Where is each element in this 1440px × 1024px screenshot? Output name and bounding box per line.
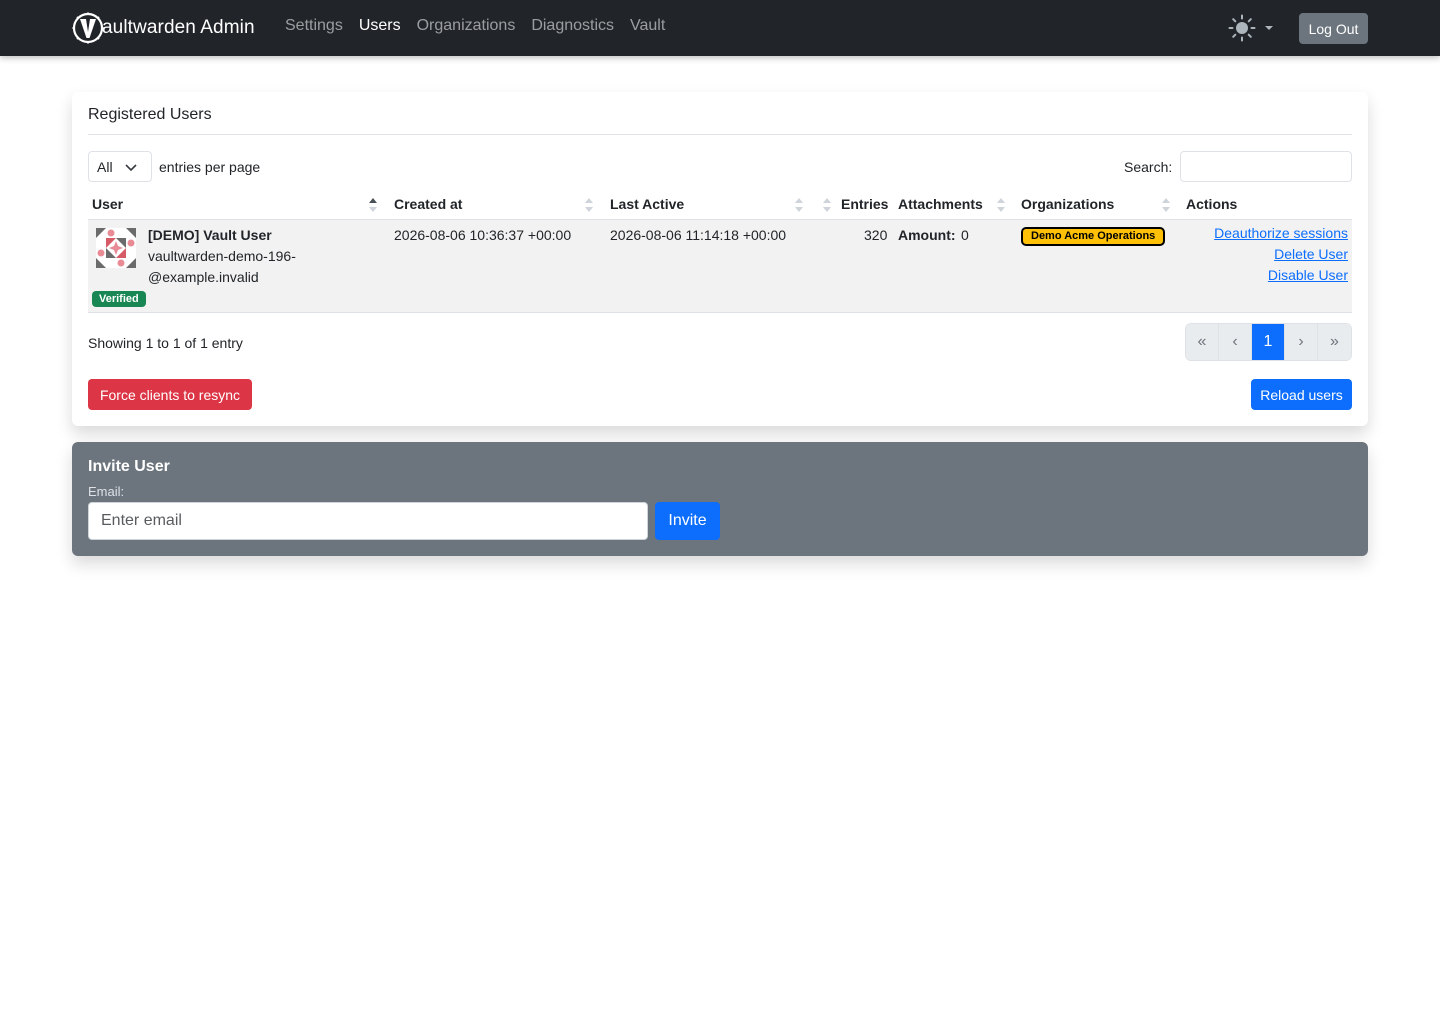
force-resync-button[interactable]: Force clients to resync [88,379,252,410]
verified-badge: Verified [92,291,146,307]
users-table-header: User Created at Last Active Entries Atta… [88,192,1352,220]
deauthorize-sessions-link[interactable]: Deauthorize sessions [1214,225,1348,241]
chevron-down-icon [125,164,137,172]
theme-toggle[interactable] [1228,14,1274,42]
page-first-button[interactable]: « [1186,324,1219,360]
caret-down-icon [1265,26,1273,30]
col-attachments[interactable]: Attachments [898,196,983,212]
nav-settings[interactable]: Settings [285,17,343,35]
attachments-amount-label: Amount: [898,227,956,243]
page-previous-button[interactable]: ‹ [1219,324,1252,360]
invite-title: Invite User [88,458,170,475]
search-input[interactable] [1180,151,1352,182]
created-at-value: 2026-08-06 10:36:37 +00:00 [394,227,572,243]
col-organizations[interactable]: Organizations [1021,196,1114,212]
table-row: Verified [DEMO] Vault User vaultwarden-d… [88,220,1352,313]
invite-email-input[interactable] [88,502,648,540]
col-last-active[interactable]: Last Active [610,196,684,212]
attachments-amount-value: 0 [961,227,969,243]
email-label: Email: [88,484,125,499]
user-name: [DEMO] Vault User [148,227,272,243]
entries-value: 320 [864,227,888,243]
nav-users[interactable]: Users [359,17,401,35]
sort-icon[interactable] [822,197,832,213]
col-actions: Actions [1186,196,1238,212]
nav-diagnostics[interactable]: Diagnostics [531,17,614,35]
sort-icon[interactable] [584,197,594,213]
vaultwarden-logo-icon [72,12,104,44]
sort-icon[interactable] [1161,197,1171,213]
registered-users-card: Registered Users All entries per page Se… [72,92,1368,426]
organization-badge[interactable]: Demo Acme Operations [1021,227,1166,246]
invite-user-card: Invite User Email: Invite [72,442,1368,556]
reload-users-button[interactable]: Reload users [1251,379,1352,410]
sort-asc-icon[interactable] [368,197,378,213]
delete-user-link[interactable]: Delete User [1274,246,1348,262]
page-next-button[interactable]: › [1285,324,1318,360]
page-current-button[interactable]: 1 [1252,324,1285,360]
sun-icon [1228,14,1256,42]
entries-per-page-select[interactable]: All [88,151,152,182]
pagination: « ‹ 1 › » [1185,323,1352,361]
main-nav: Settings Users Organizations Diagnostics… [285,17,665,35]
col-entries[interactable]: Entries [841,196,888,212]
brand[interactable]: aultwarden Admin [72,11,255,45]
disable-user-link[interactable]: Disable User [1268,267,1348,283]
search-label: Search: [1124,159,1173,175]
col-user[interactable]: User [92,196,123,212]
last-active-value: 2026-08-06 11:14:18 +00:00 [610,227,787,243]
card-title: Registered Users [88,106,1352,135]
invite-button[interactable]: Invite [655,502,720,540]
per-page-label: entries per page [159,159,261,175]
nav-vault[interactable]: Vault [630,17,665,35]
sort-icon[interactable] [996,197,1006,213]
brand-title: aultwarden Admin [102,17,255,38]
per-page-value: All [97,158,113,175]
top-navbar: aultwarden Admin Settings Users Organiza… [0,0,1440,56]
user-identicon-avatar [96,228,136,268]
user-email-line1: vaultwarden-demo-196- [148,248,296,264]
table-info: Showing 1 to 1 of 1 entry [88,335,243,351]
nav-organizations[interactable]: Organizations [417,17,516,35]
sort-icon[interactable] [794,197,804,213]
col-created-at[interactable]: Created at [394,196,462,212]
logout-button[interactable]: Log Out [1299,13,1368,44]
user-email-line2: @example.invalid [148,269,259,285]
page-last-button[interactable]: » [1318,324,1351,360]
